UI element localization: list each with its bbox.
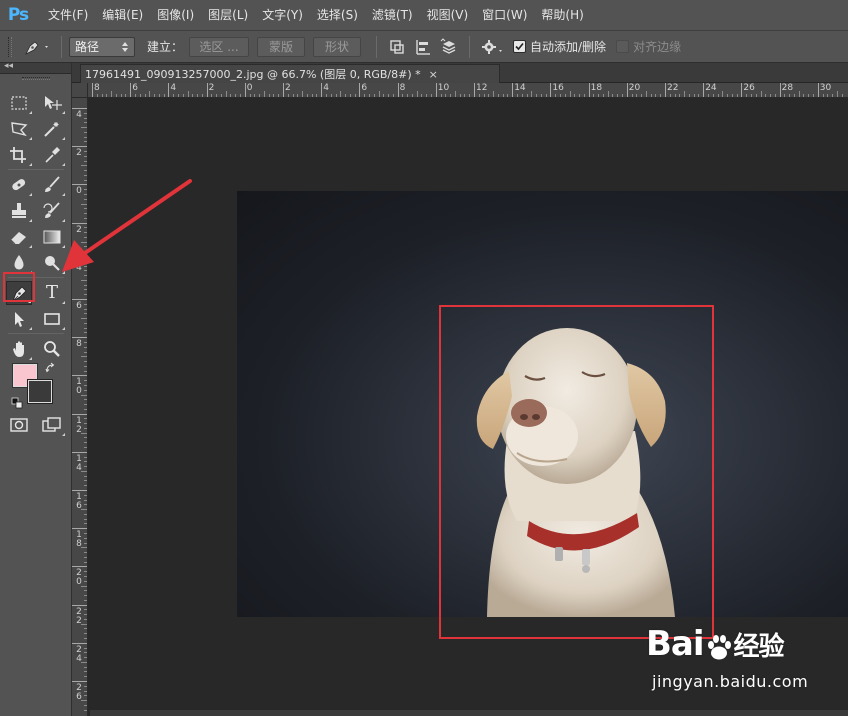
red-arrow-icon (62, 179, 192, 272)
annotation-arrow-layer (62, 179, 192, 272)
photoshop-window: Ps 文件(F) 编辑(E) 图像(I) 图层(L) 文字(Y) 选择(S) 滤… (0, 0, 848, 716)
